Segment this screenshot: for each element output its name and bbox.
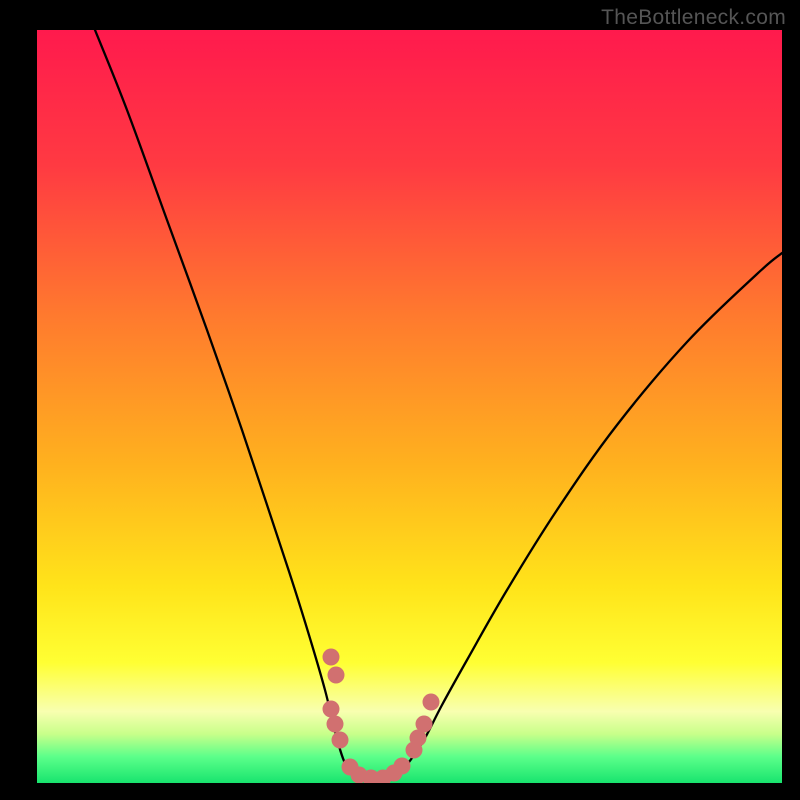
gradient-background [37,30,782,783]
data-marker [394,758,411,775]
watermark-text: TheBottleneck.com [601,6,786,30]
data-marker [423,694,440,711]
data-marker [323,649,340,666]
data-marker [327,716,344,733]
data-marker [323,701,340,718]
chart-canvas [37,30,782,783]
data-marker [332,732,349,749]
data-marker [416,716,433,733]
data-marker [328,667,345,684]
